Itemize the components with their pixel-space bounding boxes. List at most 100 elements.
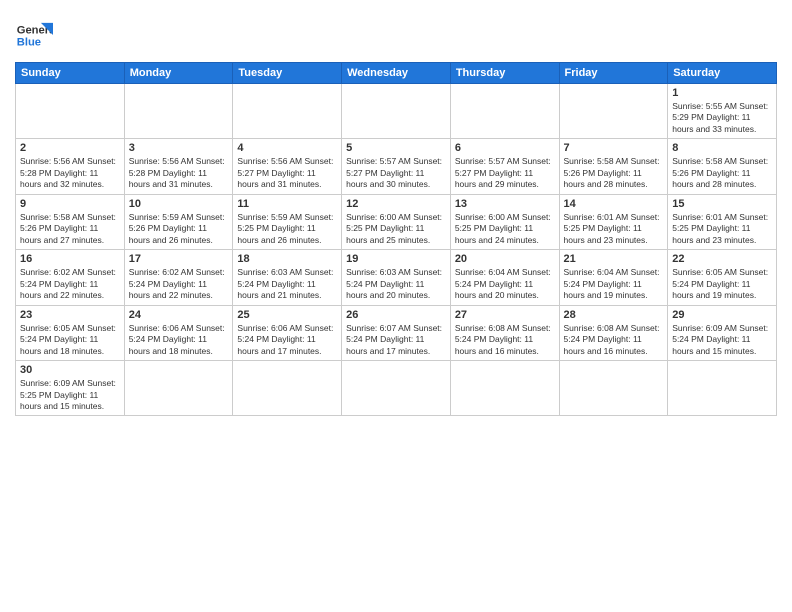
- day-cell: 3 Sunrise: 5:56 AM Sunset: 5:28 PM Daylig…: [124, 139, 233, 194]
- day-info: Sunrise: 5:58 AM Sunset: 5:26 PM Dayligh…: [20, 212, 120, 246]
- day-number: 30: [20, 364, 120, 376]
- day-number: 4: [237, 142, 337, 154]
- day-cell: [342, 361, 451, 416]
- day-cell: 4 Sunrise: 5:56 AM Sunset: 5:27 PM Daylig…: [233, 139, 342, 194]
- day-info: Sunrise: 6:02 AM Sunset: 5:24 PM Dayligh…: [129, 267, 229, 301]
- day-cell: [124, 361, 233, 416]
- day-number: 22: [672, 253, 772, 265]
- week-row-5: 30 Sunrise: 6:09 AM Sunset: 5:25 PM Dayli…: [16, 361, 777, 416]
- day-number: 2: [20, 142, 120, 154]
- weekday-wednesday: Wednesday: [342, 63, 451, 84]
- day-number: 24: [129, 309, 229, 321]
- day-cell: 6Sunrise: 5:57 AM Sunset: 5:27 PM Daylig…: [450, 139, 559, 194]
- day-info: Sunrise: 6:03 AM Sunset: 5:24 PM Dayligh…: [237, 267, 337, 301]
- day-number: 5: [346, 142, 446, 154]
- day-info: Sunrise: 6:05 AM Sunset: 5:24 PM Dayligh…: [672, 267, 772, 301]
- day-number: 10: [129, 198, 229, 210]
- day-cell: 16 Sunrise: 6:02 AM Sunset: 5:24 PM Dayli…: [16, 250, 125, 305]
- day-number: 20: [455, 253, 555, 265]
- day-info: Sunrise: 6:00 AM Sunset: 5:25 PM Dayligh…: [455, 212, 555, 246]
- week-row-2: 9 Sunrise: 5:58 AM Sunset: 5:26 PM Daylig…: [16, 194, 777, 249]
- day-cell: [342, 84, 451, 139]
- logo: General Blue: [15, 16, 53, 54]
- day-number: 8: [672, 142, 772, 154]
- day-number: 16: [20, 253, 120, 265]
- day-cell: 10 Sunrise: 5:59 AM Sunset: 5:26 PM Dayli…: [124, 194, 233, 249]
- day-number: 6: [455, 142, 555, 154]
- day-number: 23: [20, 309, 120, 321]
- svg-text:Blue: Blue: [17, 36, 41, 48]
- day-number: 29: [672, 309, 772, 321]
- day-number: 7: [564, 142, 664, 154]
- day-cell: 14Sunrise: 6:01 AM Sunset: 5:25 PM Dayli…: [559, 194, 668, 249]
- day-number: 21: [564, 253, 664, 265]
- logo-icon: General Blue: [15, 16, 53, 54]
- header: General Blue: [15, 10, 777, 54]
- day-cell: 25 Sunrise: 6:06 AM Sunset: 5:24 PM Dayli…: [233, 305, 342, 360]
- weekday-saturday: Saturday: [668, 63, 777, 84]
- day-info: Sunrise: 6:08 AM Sunset: 5:24 PM Dayligh…: [564, 323, 664, 357]
- weekday-tuesday: Tuesday: [233, 63, 342, 84]
- day-info: Sunrise: 5:59 AM Sunset: 5:26 PM Dayligh…: [129, 212, 229, 246]
- day-cell: 1 Sunrise: 5:55 AM Sunset: 5:29 PM Daylig…: [668, 84, 777, 139]
- day-cell: 27Sunrise: 6:08 AM Sunset: 5:24 PM Dayli…: [450, 305, 559, 360]
- weekday-thursday: Thursday: [450, 63, 559, 84]
- day-cell: [668, 361, 777, 416]
- day-cell: 9 Sunrise: 5:58 AM Sunset: 5:26 PM Daylig…: [16, 194, 125, 249]
- day-cell: 13 Sunrise: 6:00 AM Sunset: 5:25 PM Dayli…: [450, 194, 559, 249]
- day-info: Sunrise: 5:59 AM Sunset: 5:25 PM Dayligh…: [237, 212, 337, 246]
- day-info: Sunrise: 6:02 AM Sunset: 5:24 PM Dayligh…: [20, 267, 120, 301]
- day-cell: 12Sunrise: 6:00 AM Sunset: 5:25 PM Dayli…: [342, 194, 451, 249]
- day-info: Sunrise: 5:58 AM Sunset: 5:26 PM Dayligh…: [564, 156, 664, 190]
- day-number: 11: [237, 198, 337, 210]
- day-cell: 30 Sunrise: 6:09 AM Sunset: 5:25 PM Dayli…: [16, 361, 125, 416]
- day-number: 18: [237, 253, 337, 265]
- weekday-header-row: SundayMondayTuesdayWednesdayThursdayFrid…: [16, 63, 777, 84]
- day-info: Sunrise: 6:07 AM Sunset: 5:24 PM Dayligh…: [346, 323, 446, 357]
- weekday-monday: Monday: [124, 63, 233, 84]
- day-cell: [450, 361, 559, 416]
- day-number: 1: [672, 87, 772, 99]
- day-number: 9: [20, 198, 120, 210]
- day-cell: 2 Sunrise: 5:56 AM Sunset: 5:28 PM Daylig…: [16, 139, 125, 194]
- day-cell: [450, 84, 559, 139]
- day-info: Sunrise: 5:58 AM Sunset: 5:26 PM Dayligh…: [672, 156, 772, 190]
- day-info: Sunrise: 6:09 AM Sunset: 5:25 PM Dayligh…: [20, 378, 120, 412]
- day-number: 15: [672, 198, 772, 210]
- day-info: Sunrise: 5:56 AM Sunset: 5:27 PM Dayligh…: [237, 156, 337, 190]
- day-cell: [124, 84, 233, 139]
- day-info: Sunrise: 5:56 AM Sunset: 5:28 PM Dayligh…: [129, 156, 229, 190]
- day-cell: 8 Sunrise: 5:58 AM Sunset: 5:26 PM Daylig…: [668, 139, 777, 194]
- day-number: 3: [129, 142, 229, 154]
- day-number: 26: [346, 309, 446, 321]
- day-number: 25: [237, 309, 337, 321]
- day-cell: [16, 84, 125, 139]
- week-row-0: 1 Sunrise: 5:55 AM Sunset: 5:29 PM Daylig…: [16, 84, 777, 139]
- calendar: SundayMondayTuesdayWednesdayThursdayFrid…: [15, 62, 777, 416]
- day-info: Sunrise: 5:56 AM Sunset: 5:28 PM Dayligh…: [20, 156, 120, 190]
- day-cell: 23 Sunrise: 6:05 AM Sunset: 5:24 PM Dayli…: [16, 305, 125, 360]
- day-cell: 20Sunrise: 6:04 AM Sunset: 5:24 PM Dayli…: [450, 250, 559, 305]
- day-info: Sunrise: 6:00 AM Sunset: 5:25 PM Dayligh…: [346, 212, 446, 246]
- day-cell: [233, 84, 342, 139]
- day-cell: 11 Sunrise: 5:59 AM Sunset: 5:25 PM Dayli…: [233, 194, 342, 249]
- week-row-1: 2 Sunrise: 5:56 AM Sunset: 5:28 PM Daylig…: [16, 139, 777, 194]
- day-info: Sunrise: 5:55 AM Sunset: 5:29 PM Dayligh…: [672, 101, 772, 135]
- day-number: 13: [455, 198, 555, 210]
- day-cell: 19Sunrise: 6:03 AM Sunset: 5:24 PM Dayli…: [342, 250, 451, 305]
- day-number: 28: [564, 309, 664, 321]
- day-cell: 18 Sunrise: 6:03 AM Sunset: 5:24 PM Dayli…: [233, 250, 342, 305]
- day-info: Sunrise: 6:06 AM Sunset: 5:24 PM Dayligh…: [237, 323, 337, 357]
- day-cell: 21 Sunrise: 6:04 AM Sunset: 5:24 PM Dayli…: [559, 250, 668, 305]
- day-cell: 15Sunrise: 6:01 AM Sunset: 5:25 PM Dayli…: [668, 194, 777, 249]
- day-info: Sunrise: 6:04 AM Sunset: 5:24 PM Dayligh…: [564, 267, 664, 301]
- day-cell: 26 Sunrise: 6:07 AM Sunset: 5:24 PM Dayli…: [342, 305, 451, 360]
- week-row-3: 16 Sunrise: 6:02 AM Sunset: 5:24 PM Dayli…: [16, 250, 777, 305]
- day-cell: 7 Sunrise: 5:58 AM Sunset: 5:26 PM Daylig…: [559, 139, 668, 194]
- day-cell: 5 Sunrise: 5:57 AM Sunset: 5:27 PM Daylig…: [342, 139, 451, 194]
- day-number: 27: [455, 309, 555, 321]
- day-info: Sunrise: 6:06 AM Sunset: 5:24 PM Dayligh…: [129, 323, 229, 357]
- day-cell: [559, 84, 668, 139]
- day-info: Sunrise: 6:05 AM Sunset: 5:24 PM Dayligh…: [20, 323, 120, 357]
- day-info: Sunrise: 5:57 AM Sunset: 5:27 PM Dayligh…: [346, 156, 446, 190]
